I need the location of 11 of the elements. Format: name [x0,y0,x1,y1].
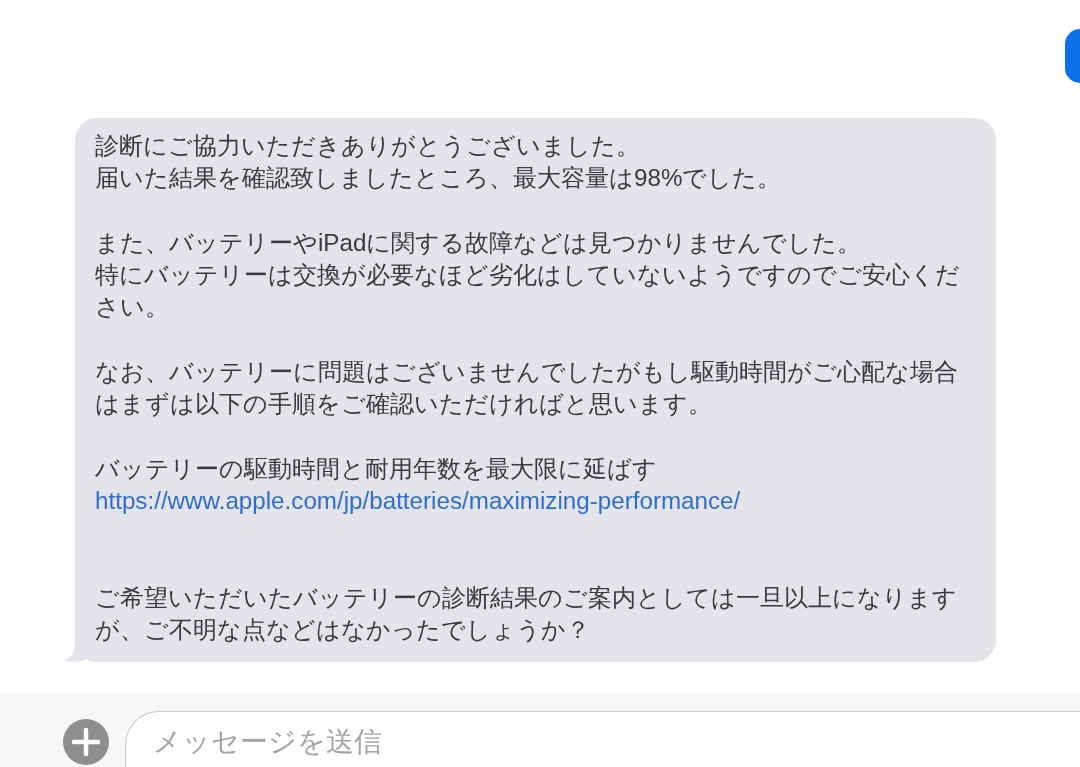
message-text: ご希望いただいたバッテリーの診断結果のご案内としては一旦以上になりますが、ご不明な点などはなかったでしょうか？ [95,582,958,645]
url-link[interactable]: https://www.apple.com/jp/batteries/maximizing-performance/ [95,484,741,517]
message-text: 特にバッテリーは交換が必要なほど劣化はしていないようですのでご安心ください。 [95,260,961,323]
sent-message-bubble [1065,29,1080,83]
plus-circle-icon[interactable] [63,719,109,765]
message-text: 診断にご協力いただきありがとうございました。 [95,131,641,161]
message-text: バッテリーの駆動時間と耐用年数を最大限に延ばす [95,453,658,484]
message-input-field[interactable]: メッセージを送信 [125,711,1080,767]
message-text: 届いた結果を確認致しましたところ、最大容量は98%でした。 [95,163,783,194]
message-text: また、バッテリーやiPadに関する故障などは見つかりませんでした。 [95,227,863,258]
message-text: なお、バッテリーに問題はございませんでしたがもし駆動時間がご心配な場合はまずは以下の手順をご確認いただければと思います。 [95,356,959,419]
